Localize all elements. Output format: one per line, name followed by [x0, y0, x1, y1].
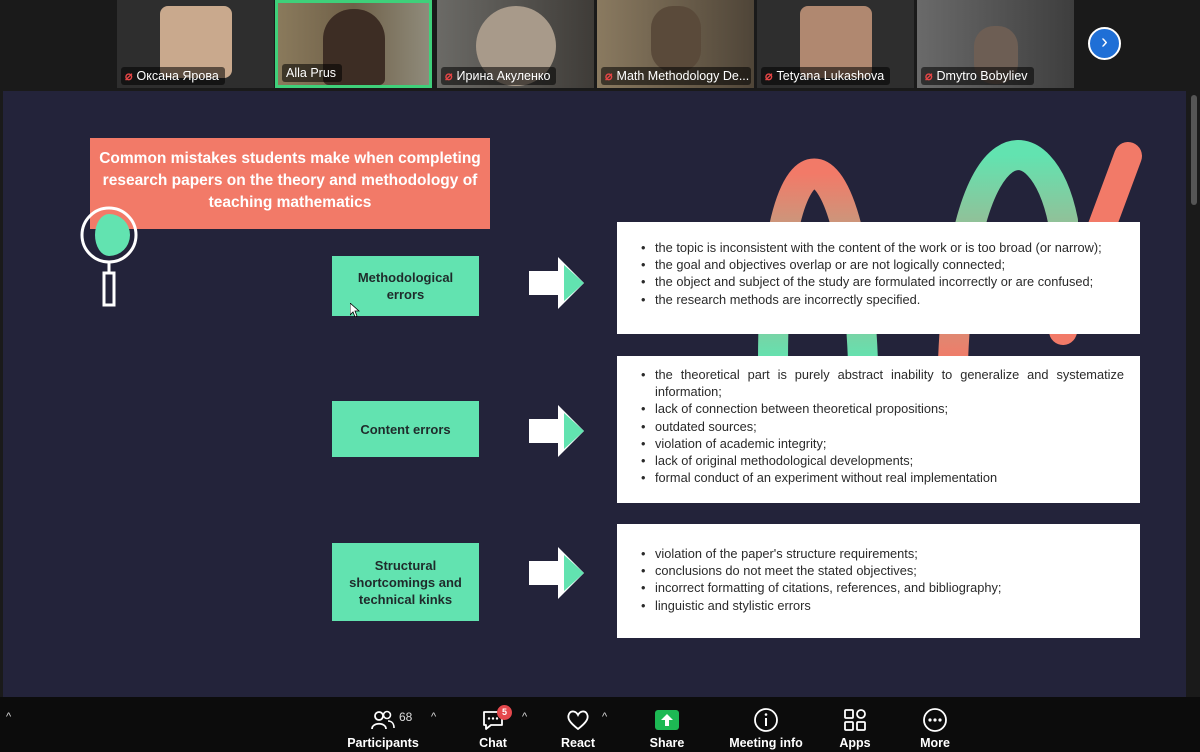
list-item: formal conduct of an experiment without …: [641, 469, 1124, 486]
more-icon: [923, 708, 947, 732]
list-item: the goal and objectives overlap or are n…: [641, 256, 1124, 273]
mouse-cursor-icon: [350, 303, 360, 317]
share-button[interactable]: Share: [642, 697, 692, 752]
apps-button[interactable]: Apps: [830, 697, 880, 752]
participant-name: Ирина Акуленко: [456, 69, 551, 83]
apps-label: Apps: [839, 736, 871, 750]
participants-button[interactable]: Participants: [345, 697, 421, 752]
react-label: React: [560, 736, 596, 750]
error-list-methodological: the topic is inconsistent with the conte…: [617, 222, 1140, 334]
apps-icon: [844, 709, 866, 731]
list-item: the research methods are incorrectly spe…: [641, 291, 1124, 308]
chevron-up-icon[interactable]: ^: [431, 711, 436, 723]
participants-count: 68: [399, 710, 413, 724]
next-page-button[interactable]: ›: [1088, 27, 1121, 60]
arrow-right-icon: [529, 257, 584, 309]
info-icon: [754, 708, 778, 732]
list-item: incorrect formatting of citations, refer…: [641, 579, 1124, 596]
more-label: More: [920, 736, 950, 750]
list-item: lack of connection between theoretical p…: [641, 400, 1124, 417]
section-label-content: Content errors: [332, 401, 479, 457]
list-item: conclusions do not meet the stated objec…: [641, 562, 1124, 579]
share-label: Share: [649, 736, 685, 750]
list-item: the topic is inconsistent with the conte…: [641, 239, 1124, 256]
participant-name: Alla Prus: [286, 66, 337, 80]
slide-title: Common mistakes students make when compl…: [90, 138, 490, 229]
error-list-content: the theoretical part is purely abstract …: [617, 356, 1140, 503]
participants-label: Participants: [347, 736, 419, 750]
muted-mic-icon: ⌀: [125, 69, 133, 83]
muted-mic-icon: ⌀: [765, 69, 773, 83]
participant-name: Tetyana Lukashova: [776, 69, 885, 83]
chevron-up-icon[interactable]: ^: [522, 711, 527, 723]
participant-name: Оксана Ярова: [136, 69, 219, 83]
chat-button[interactable]: Chat: [468, 697, 518, 752]
react-button[interactable]: React: [553, 697, 603, 752]
video-tile-participant-4[interactable]: ⌀ Math Methodology De...: [597, 0, 754, 88]
error-list-structural: violation of the paper's structure requi…: [617, 524, 1140, 638]
video-strip: ⌀ Оксана Ярова Alla Prus ⌀ Ирина Акуленко …: [0, 0, 1200, 90]
list-item: violation of the paper's structure requi…: [641, 545, 1124, 562]
more-button[interactable]: More: [910, 697, 960, 752]
chat-unread-badge: 5: [497, 705, 512, 720]
magnifier-icon: [80, 206, 138, 307]
chevron-right-icon: ›: [1101, 31, 1108, 53]
share-screen-icon: [655, 710, 679, 730]
chat-label: Chat: [479, 736, 507, 750]
chevron-up-icon[interactable]: ^: [6, 711, 11, 723]
muted-mic-icon: ⌀: [605, 69, 613, 83]
list-item: violation of academic integrity;: [641, 435, 1124, 452]
video-tile-participant-6[interactable]: ⌀ Dmytro Bobyliev: [917, 0, 1074, 88]
meeting-toolbar: ^ Participants 68 ^ Chat 5 ^ React ^ Sha…: [0, 697, 1200, 752]
list-item: linguistic and stylistic errors: [641, 597, 1124, 614]
meeting-info-button[interactable]: Meeting info: [725, 697, 807, 752]
participant-name: Dmytro Bobyliev: [936, 69, 1028, 83]
scrollbar-thumb[interactable]: [1191, 95, 1197, 205]
muted-mic-icon: ⌀: [925, 69, 933, 83]
muted-mic-icon: ⌀: [445, 69, 453, 83]
participant-name: Math Methodology De...: [616, 69, 750, 83]
video-tile-participant-3[interactable]: ⌀ Ирина Акуленко: [437, 0, 594, 88]
heart-icon: [567, 710, 589, 731]
arrow-right-icon: [529, 547, 584, 599]
vertical-scrollbar[interactable]: [1188, 91, 1200, 697]
shared-slide: Common mistakes students make when compl…: [3, 91, 1186, 697]
participant-video: [650, 6, 701, 72]
video-tile-participant-5[interactable]: ⌀ Tetyana Lukashova: [757, 0, 914, 88]
list-item: the theoretical part is purely abstract …: [641, 366, 1124, 400]
list-item: lack of original methodological developm…: [641, 452, 1124, 469]
meeting-info-label: Meeting info: [729, 736, 803, 750]
video-tile-active-speaker[interactable]: Alla Prus: [275, 0, 432, 88]
video-tile-participant-1[interactable]: ⌀ Оксана Ярова: [117, 0, 274, 88]
section-label-structural: Structural shortcomings and technical ki…: [332, 543, 479, 621]
participants-icon: [371, 710, 395, 730]
list-item: outdated sources;: [641, 418, 1124, 435]
arrow-right-icon: [529, 405, 584, 457]
list-item: the object and subject of the study are …: [641, 273, 1124, 290]
chevron-up-icon[interactable]: ^: [602, 711, 607, 723]
meeting-window: ⌀ Оксана Ярова Alla Prus ⌀ Ирина Акуленко …: [0, 0, 1200, 752]
